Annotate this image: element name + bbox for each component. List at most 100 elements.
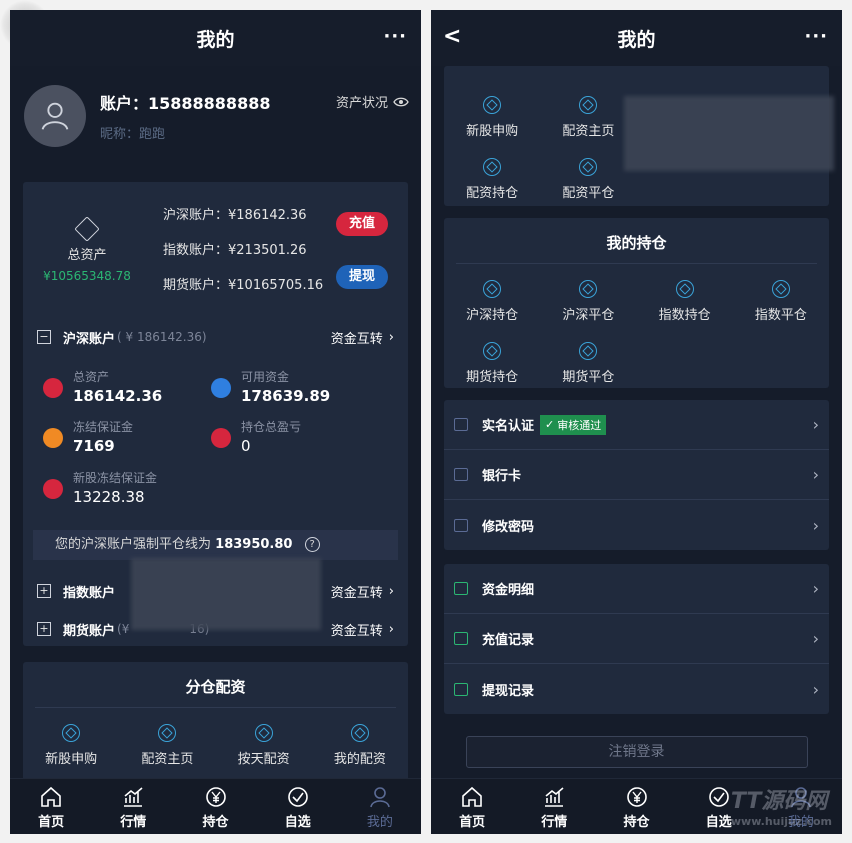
metric-value: 0 xyxy=(241,437,251,455)
target-icon xyxy=(62,724,81,742)
grid-item-label: 我的配资 xyxy=(333,752,386,767)
grid-item-futures-close[interactable]: 期货平仓 xyxy=(540,332,636,394)
grid-item-my-allocation[interactable]: 我的配资 xyxy=(312,714,408,776)
grid-item-label: 期货平仓 xyxy=(562,370,615,385)
tab-watchlist[interactable]: 自选 xyxy=(257,779,339,834)
metric-label: 新股冻结保证金 xyxy=(73,471,158,485)
futures-transfer-link[interactable]: 资金互转 › xyxy=(331,620,394,639)
hs-account-balance: 沪深账户：¥186142.36 xyxy=(163,208,307,223)
more-icon[interactable]: ··· xyxy=(383,26,407,47)
notice-value: 183950.80 xyxy=(215,537,293,552)
tab-label: 持仓 xyxy=(202,815,229,830)
metric-available-funds: 可用资金 178639.89 xyxy=(211,368,330,405)
grid-item-label: 配资持仓 xyxy=(466,186,519,201)
menu-recharge-records[interactable]: 充值记录 › xyxy=(444,614,829,664)
tab-home[interactable]: 首页 xyxy=(431,779,513,834)
grid-item-allocation-home[interactable]: 配资主页 xyxy=(119,714,215,776)
asset-status-toggle[interactable]: 资产状况 xyxy=(336,92,409,111)
watermark: TT源码网 www.huijuz.com xyxy=(730,789,832,828)
account-settings-card: 实名认证 ✓ 审核通过 › 银行卡 › 修改密码 › xyxy=(444,400,829,550)
more-icon[interactable]: ··· xyxy=(804,26,828,47)
menu-change-password[interactable]: 修改密码 › xyxy=(444,500,829,550)
grid-item-hs-close[interactable]: 沪深平仓 xyxy=(540,270,636,332)
metric-label: 可用资金 xyxy=(241,370,290,384)
menu-real-name-auth[interactable]: 实名认证 ✓ 审核通过 › xyxy=(444,400,829,450)
metric-value: 178639.89 xyxy=(241,387,331,405)
withdraw-button[interactable]: 提现 xyxy=(336,265,388,289)
grid-item-ipo[interactable]: 新股申购 xyxy=(23,714,119,776)
metric-label: 持仓总盈亏 xyxy=(241,420,302,434)
trend-icon xyxy=(483,342,502,360)
collapse-icon[interactable]: − xyxy=(37,330,51,344)
allocation-card: 新股申购 配资主页 配资持仓 配资平仓 xyxy=(444,66,834,206)
grid-item-label: 新股申购 xyxy=(466,124,519,139)
metric-value: 7169 xyxy=(73,437,115,455)
verified-badge: ✓ 审核通过 xyxy=(540,414,607,435)
home-icon xyxy=(41,786,61,807)
metric-total-assets: 总资产 186142.36 xyxy=(43,368,162,405)
grid-item-index-close[interactable]: 指数平仓 xyxy=(733,270,829,332)
expand-icon[interactable]: + xyxy=(37,622,51,636)
tab-home[interactable]: 首页 xyxy=(10,779,92,834)
edit-icon xyxy=(454,518,468,532)
target-icon xyxy=(158,724,177,742)
right-screen: < 我的 ··· 新股申购 配资主页 配资持仓 配资平仓 我的持仓 沪深持仓 沪… xyxy=(431,10,842,834)
tab-label: 行情 xyxy=(541,815,568,830)
check-icon xyxy=(708,787,729,807)
hs-account-header[interactable]: − 沪深账户 ( ¥ 186142.36) 资金互转 › xyxy=(37,325,394,349)
tab-mine[interactable]: 我的 xyxy=(339,779,421,834)
hs-account-sub: ( ¥ 186142.36) xyxy=(117,330,207,344)
metric-label: 冻结保证金 xyxy=(73,420,134,434)
back-icon[interactable]: < xyxy=(443,24,461,49)
grid-item-hs-holdings[interactable]: 沪深持仓 xyxy=(444,270,540,332)
grid-item-daily-allocation[interactable]: 按天配资 xyxy=(216,714,312,776)
help-icon[interactable]: ? xyxy=(304,537,320,552)
grid-item-index-holdings[interactable]: 指数持仓 xyxy=(637,270,733,332)
menu-fund-details[interactable]: 资金明细 › xyxy=(444,564,829,614)
tab-positions[interactable]: 持仓 xyxy=(595,779,677,834)
hs-transfer-link[interactable]: 资金互转 › xyxy=(331,328,394,347)
tab-label: 首页 xyxy=(38,815,65,830)
index-account-name: 指数账户 xyxy=(63,585,116,601)
menu-label: 充值记录 xyxy=(482,633,535,648)
total-assets: 总资产 ¥10565348.78 xyxy=(37,216,137,283)
grid-item-allocation-home[interactable]: 配资主页 xyxy=(540,86,636,148)
index-transfer-link[interactable]: 资金互转 › xyxy=(331,582,394,601)
grid-item-label: 期货持仓 xyxy=(466,370,519,385)
menu-label: 银行卡 xyxy=(482,469,522,484)
avatar[interactable] xyxy=(24,85,86,147)
ledger-icon xyxy=(454,582,468,595)
grid-item-allocation-close[interactable]: 配资平仓 xyxy=(540,148,636,210)
target-icon xyxy=(254,724,273,742)
metric-ipo-frozen-margin: 新股冻结保证金 13228.38 xyxy=(43,469,157,506)
metric-frozen-margin: 冻结保证金 7169 xyxy=(43,418,133,455)
account-balances: 沪深账户：¥186142.36 指数账户：¥213501.26 期货账户：¥10… xyxy=(163,205,323,310)
target-icon xyxy=(579,158,598,176)
index-account-balance: 指数账户：¥213501.26 xyxy=(163,243,307,258)
grid-item-label: 配资主页 xyxy=(562,124,615,139)
bar-chart-icon xyxy=(771,280,790,298)
logout-button[interactable]: 注销登录 xyxy=(465,736,808,768)
grid-item-allocation-holdings[interactable]: 配资持仓 xyxy=(444,148,540,210)
profile-header: 账户：15888888888 昵称：跑跑 资产状况 xyxy=(10,66,421,166)
chevron-right-icon: › xyxy=(812,629,819,648)
grid-item-label: 配资平仓 xyxy=(562,186,615,201)
tab-label: 我的 xyxy=(366,815,393,830)
chevron-right-icon: › xyxy=(812,465,819,484)
tab-positions[interactable]: 持仓 xyxy=(174,779,256,834)
account-number: 账户：15888888888 xyxy=(100,94,271,113)
chevron-right-icon: › xyxy=(388,583,394,599)
grid-item-ipo[interactable]: 新股申购 xyxy=(444,86,540,148)
menu-bank-card[interactable]: 银行卡 › xyxy=(444,450,829,500)
holdings-title: 我的持仓 xyxy=(456,232,817,264)
tab-market[interactable]: 行情 xyxy=(513,779,595,834)
tab-market[interactable]: 行情 xyxy=(92,779,174,834)
grid-item-futures-holdings[interactable]: 期货持仓 xyxy=(444,332,540,394)
menu-withdraw-records[interactable]: 提现记录 › xyxy=(444,664,829,714)
tab-label: 持仓 xyxy=(623,815,650,830)
chart-icon xyxy=(545,787,564,807)
expand-icon[interactable]: + xyxy=(37,584,51,598)
chevron-right-icon: › xyxy=(812,679,819,699)
bottom-tab-bar: 首页 行情 持仓 自选 我的 xyxy=(10,778,421,834)
recharge-button[interactable]: 充值 xyxy=(336,212,388,236)
